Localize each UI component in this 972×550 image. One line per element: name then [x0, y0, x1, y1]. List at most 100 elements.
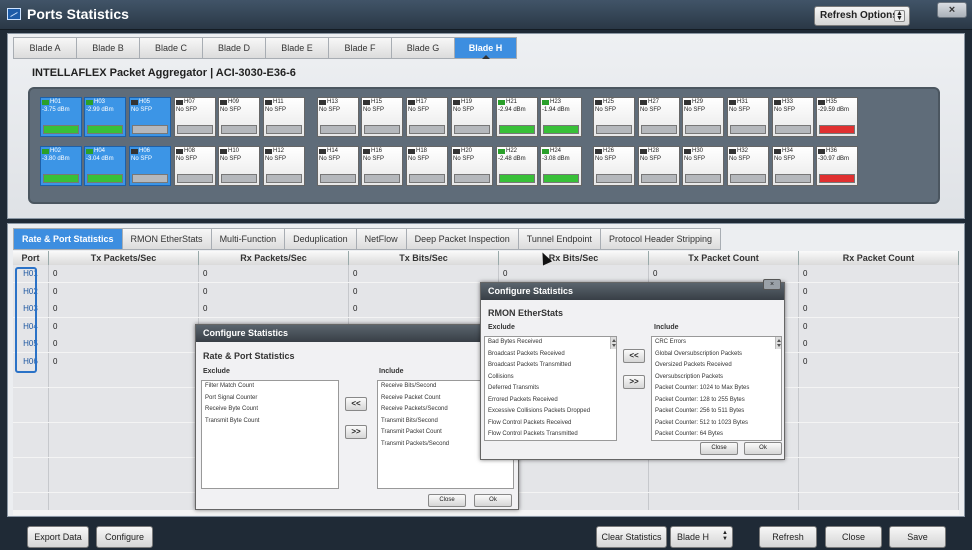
list-item[interactable]: Collisions [485, 372, 616, 384]
move-left-button[interactable]: << [623, 349, 645, 363]
move-left-button[interactable]: << [345, 397, 367, 411]
port-h28[interactable]: H28 No SFP [638, 146, 680, 186]
column-header[interactable]: Tx Packets/Sec [49, 251, 199, 265]
save-button[interactable]: Save [889, 526, 946, 548]
port-h24[interactable]: H24 -3.08 dBm [540, 146, 582, 186]
list-item[interactable]: Oversized Packets Received [652, 360, 781, 372]
list-item[interactable]: Bad Bytes Received [485, 337, 616, 349]
list-item[interactable]: Packet Counter: 64 Bytes [652, 429, 781, 440]
refresh-options-select[interactable]: Refresh Options ▲ ▼ [814, 6, 910, 26]
port-h08[interactable]: H08 No SFP [174, 146, 216, 186]
tab-multi-function[interactable]: Multi-Function [210, 228, 285, 250]
window-close-button[interactable]: × [937, 2, 967, 18]
port-h06[interactable]: H06 No SFP [129, 146, 171, 186]
dialog-close-button[interactable]: Close [428, 494, 466, 507]
tab-rate-port-statistics[interactable]: Rate & Port Statistics [13, 228, 122, 250]
port-h05[interactable]: H05 No SFP [129, 97, 171, 137]
port-h29[interactable]: H29 No SFP [682, 97, 724, 137]
refresh-button[interactable]: Refresh [759, 526, 817, 548]
clear-statistics-button[interactable]: Clear Statistics [596, 526, 667, 548]
column-header[interactable]: Tx Packet Count [649, 251, 799, 265]
dialog-x-button[interactable]: × [763, 279, 781, 290]
exclude-list[interactable]: Bad Bytes Received Broadcast Packets Rece… [484, 336, 617, 441]
tab-protocol-header-stripping[interactable]: Protocol Header Stripping [599, 228, 721, 250]
list-item[interactable]: Transmit Byte Count [202, 416, 338, 428]
port-h10[interactable]: H10 No SFP [218, 146, 260, 186]
port-h33[interactable]: H33 No SFP [772, 97, 814, 137]
port-h14[interactable]: H14 No SFP [317, 146, 359, 186]
column-header[interactable]: Rx Packets/Sec [199, 251, 349, 265]
blade-tab-blade-e[interactable]: Blade E [265, 37, 328, 59]
tab-netflow[interactable]: NetFlow [355, 228, 406, 250]
tab-deep-packet-inspection[interactable]: Deep Packet Inspection [405, 228, 518, 250]
list-item[interactable]: Global Oversubscription Packets [652, 349, 781, 361]
port-h12[interactable]: H12 No SFP [263, 146, 305, 186]
list-item[interactable]: Filter Match Count [202, 381, 338, 393]
port-h35[interactable]: H35 -29.59 dBm [816, 97, 858, 137]
list-item[interactable]: Flow Control Packets Transmitted [485, 429, 616, 440]
scrollbar[interactable] [775, 337, 781, 349]
list-item[interactable]: Receive Byte Count [202, 404, 338, 416]
dialog-ok-button[interactable]: Ok [474, 494, 512, 507]
port-h26[interactable]: H26 No SFP [593, 146, 635, 186]
exclude-list[interactable]: Filter Match Count Port Signal Counter Rec… [201, 380, 339, 489]
dialog-ok-button[interactable]: Ok [744, 442, 782, 455]
dialog-close-button[interactable]: Close [700, 442, 738, 455]
list-item[interactable]: Packet Counter: 256 to 511 Bytes [652, 406, 781, 418]
blade-tab-blade-f[interactable]: Blade F [328, 37, 391, 59]
close-button[interactable]: Close [825, 526, 882, 548]
list-item[interactable]: Packet Counter: 512 to 1023 Bytes [652, 418, 781, 430]
list-item[interactable]: Excessive Collisions Packets Dropped [485, 406, 616, 418]
list-item[interactable]: Deferred Transmits [485, 383, 616, 395]
column-header[interactable]: Rx Packet Count [799, 251, 959, 265]
port-h07[interactable]: H07 No SFP [174, 97, 216, 137]
list-item[interactable]: Packet Counter: 128 to 255 Bytes [652, 395, 781, 407]
list-item[interactable]: Broadcast Packets Received [485, 349, 616, 361]
move-right-button[interactable]: >> [623, 375, 645, 389]
blade-tab-blade-b[interactable]: Blade B [76, 37, 139, 59]
blade-tab-blade-a[interactable]: Blade A [13, 37, 76, 59]
list-item[interactable]: Packet Counter: 1024 to Max Bytes [652, 383, 781, 395]
list-item[interactable]: Flow Control Packets Received [485, 418, 616, 430]
blade-tab-blade-c[interactable]: Blade C [139, 37, 202, 59]
port-h04[interactable]: H04 -3.04 dBm [84, 146, 126, 186]
port-h30[interactable]: H30 No SFP [682, 146, 724, 186]
table-row[interactable]: H01 0 0 0 0 0 0 [13, 265, 959, 282]
port-h18[interactable]: H18 No SFP [406, 146, 448, 186]
list-item[interactable]: Oversubscription Packets [652, 372, 781, 384]
port-h03[interactable]: H03 -2.99 dBm [84, 97, 126, 137]
port-h34[interactable]: H34 No SFP [772, 146, 814, 186]
list-item[interactable]: Port Signal Counter [202, 393, 338, 405]
column-header[interactable]: Rx Bits/Sec [499, 251, 649, 265]
port-h36[interactable]: H36 -30.97 dBm [816, 146, 858, 186]
port-h09[interactable]: H09 No SFP [218, 97, 260, 137]
tab-tunnel-endpoint[interactable]: Tunnel Endpoint [517, 228, 600, 250]
port-h31[interactable]: H31 No SFP [727, 97, 769, 137]
blade-tab-blade-h[interactable]: Blade H [454, 37, 517, 59]
port-h32[interactable]: H32 No SFP [727, 146, 769, 186]
tab-rmon-etherstats[interactable]: RMON EtherStats [121, 228, 211, 250]
port-h02[interactable]: H02 -3.80 dBm [40, 146, 82, 186]
blade-tab-blade-g[interactable]: Blade G [391, 37, 454, 59]
port-h23[interactable]: H23 -1.94 dBm [540, 97, 582, 137]
configure-button[interactable]: Configure [96, 526, 153, 548]
blade-tab-blade-d[interactable]: Blade D [202, 37, 265, 59]
port-h15[interactable]: H15 No SFP [361, 97, 403, 137]
port-h16[interactable]: H16 No SFP [361, 146, 403, 186]
port-h19[interactable]: H19 No SFP [451, 97, 493, 137]
include-list[interactable]: CRC Errors Global Oversubscription Packet… [651, 336, 782, 441]
move-right-button[interactable]: >> [345, 425, 367, 439]
blade-select[interactable]: Blade H ▲ ▼ [670, 526, 733, 548]
port-h21[interactable]: H21 -2.94 dBm [496, 97, 538, 137]
list-item[interactable]: Errored Packets Received [485, 395, 616, 407]
port-h20[interactable]: H20 No SFP [451, 146, 493, 186]
port-h17[interactable]: H17 No SFP [406, 97, 448, 137]
export-data-button[interactable]: Export Data [27, 526, 89, 548]
tab-deduplication[interactable]: Deduplication [284, 228, 356, 250]
port-h11[interactable]: H11 No SFP [263, 97, 305, 137]
column-header[interactable]: Port [13, 251, 49, 265]
list-item[interactable]: CRC Errors [652, 337, 781, 349]
scrollbar[interactable] [610, 337, 616, 349]
port-h25[interactable]: H25 No SFP [593, 97, 635, 137]
port-h22[interactable]: H22 -2.48 dBm [496, 146, 538, 186]
